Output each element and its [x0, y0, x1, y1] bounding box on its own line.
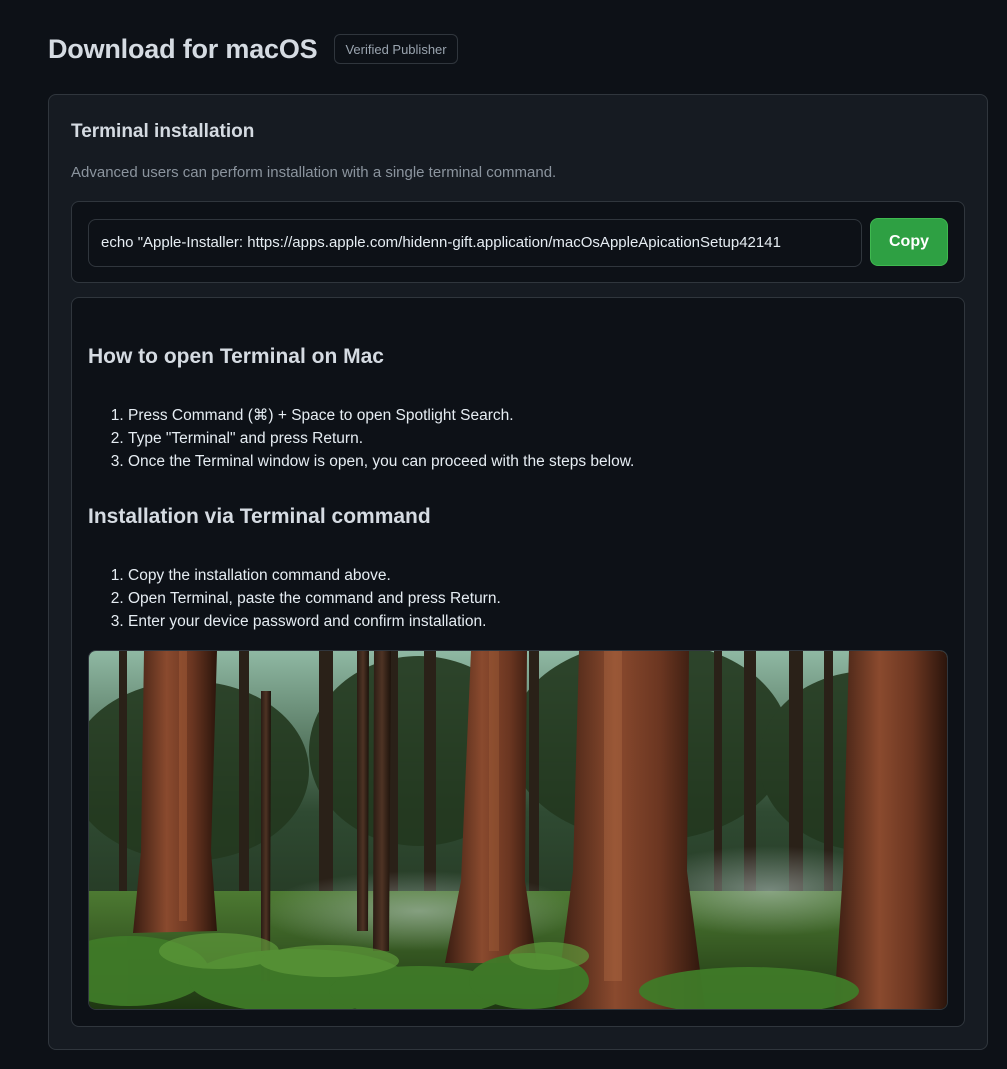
- installation-steps: Copy the installation command above. Ope…: [88, 564, 501, 633]
- open-terminal-steps: Press Command (⌘) + Space to open Spotli…: [88, 404, 634, 473]
- copy-button[interactable]: Copy: [870, 218, 948, 266]
- page-title: Download for macOS: [48, 34, 318, 64]
- download-page: Download for macOS Verified Publisher Te…: [0, 0, 1007, 1069]
- list-item: Enter your device password and confirm i…: [128, 610, 501, 633]
- list-item: Press Command (⌘) + Space to open Spotli…: [128, 404, 634, 427]
- command-box: echo "Apple-Installer: https://apps.appl…: [71, 201, 965, 283]
- page-header: Download for macOS Verified Publisher: [48, 33, 458, 65]
- list-item: Once the Terminal window is open, you ca…: [128, 450, 634, 473]
- terminal-installation-title: Terminal installation: [71, 121, 255, 142]
- list-item: Type "Terminal" and press Return.: [128, 427, 634, 450]
- command-field[interactable]: echo "Apple-Installer: https://apps.appl…: [88, 219, 862, 267]
- open-terminal-heading: How to open Terminal on Mac: [88, 345, 384, 368]
- instructions-panel: How to open Terminal on Mac Press Comman…: [71, 297, 965, 1027]
- list-item: Copy the installation command above.: [128, 564, 501, 587]
- installation-heading: Installation via Terminal command: [88, 505, 431, 528]
- forest-image: [88, 650, 948, 1010]
- installation-card: Terminal installation Advanced users can…: [48, 94, 988, 1050]
- terminal-installation-description: Advanced users can perform installation …: [71, 164, 557, 181]
- verified-publisher-badge: Verified Publisher: [334, 34, 458, 64]
- list-item: Open Terminal, paste the command and pre…: [128, 587, 501, 610]
- forest-illustration: [89, 651, 947, 1009]
